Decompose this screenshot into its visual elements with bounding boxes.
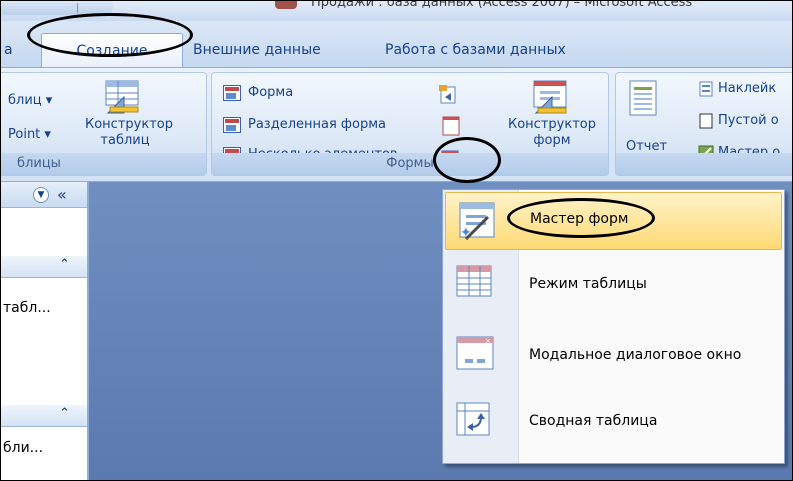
form-designer-label-2: форм	[533, 133, 571, 148]
group-reports: Отчет Наклейк Пустой о Мастер о	[615, 72, 792, 176]
table-designer-button[interactable]: Конструктор таблиц	[85, 117, 173, 149]
highlight-ellipse-more-forms	[433, 137, 501, 183]
svg-text:×: ×	[485, 337, 491, 345]
group-reports-label	[616, 153, 792, 175]
group-forms-label: Формы	[212, 153, 608, 175]
report-icon	[629, 80, 657, 116]
form-designer-icon	[533, 80, 567, 114]
pivot-chart-icon[interactable]	[437, 83, 459, 105]
datasheet-icon	[456, 265, 492, 297]
form-button[interactable]: Форма	[248, 85, 293, 100]
collapse-chevron-icon[interactable]: ⌃	[59, 257, 70, 272]
nav-collapse-icon[interactable]: «	[57, 185, 67, 204]
nav-dropdown-icon[interactable]: ▼	[33, 187, 49, 203]
modal-dialog-icon: ×	[456, 336, 494, 370]
table-designer-label-2: таблиц	[100, 133, 150, 148]
form-designer-label-1: Конструктор	[508, 117, 596, 132]
menu-item-modal-dialog[interactable]: × Модальное диалоговое окно	[445, 331, 782, 389]
tab-database-tools[interactable]: Работа с базами данных	[385, 37, 566, 63]
sharepoint-button[interactable]: Point ▾	[8, 127, 51, 142]
menu-item-modal-dialog-label: Модальное диалоговое окно	[529, 347, 742, 363]
access-window: Продажи : база данных (Access 2007) – Mi…	[0, 0, 793, 481]
group-tables: блиц ▾ Point ▾ Конструктор таблиц блицы	[1, 72, 207, 176]
tab-external-data[interactable]: Внешние данные	[193, 37, 321, 63]
nav-group-header-1[interactable]: ⌃	[1, 256, 87, 278]
tab-home-partial[interactable]: а	[4, 37, 13, 63]
sharepoint-lists-button[interactable]: блиц ▾	[8, 93, 52, 108]
form-designer-button[interactable]: Конструктор форм	[504, 117, 600, 149]
highlight-ellipse-form-wizard	[507, 198, 655, 238]
navigation-pane: ▼ « ⌃ табл... ⌃ бли...	[1, 182, 89, 480]
nav-group-header-2[interactable]: ⌃	[1, 405, 87, 427]
nav-item-table-2[interactable]: бли...	[3, 440, 43, 456]
group-forms: Форма Разделенная форма Несколько элемен…	[211, 72, 609, 176]
table-designer-icon	[105, 80, 139, 114]
menu-item-datasheet[interactable]: Режим таблицы	[445, 262, 782, 320]
labels-button[interactable]: Наклейк	[718, 81, 776, 96]
collapse-chevron-icon[interactable]: ⌃	[59, 406, 70, 421]
menu-item-pivot-table[interactable]: Сводная таблица	[445, 397, 782, 455]
menu-item-pivot-table-label: Сводная таблица	[529, 413, 658, 429]
report-button[interactable]: Отчет	[626, 139, 667, 154]
blank-report-icon	[699, 113, 713, 129]
group-tables-label: блицы	[1, 153, 206, 175]
window-title: Продажи : база данных (Access 2007) – Mi…	[311, 0, 693, 10]
blank-form-icon[interactable]	[440, 115, 462, 137]
form-wizard-icon: ✦	[459, 202, 495, 241]
pivot-table-icon	[456, 402, 490, 436]
split-form-button[interactable]: Разделенная форма	[248, 117, 386, 132]
svg-text:✦: ✦	[460, 225, 472, 241]
app-icon	[275, 1, 297, 9]
nav-item-table-1[interactable]: табл...	[3, 300, 51, 316]
highlight-ellipse-create-tab	[27, 13, 193, 57]
nav-pane-header: ▼ «	[1, 182, 87, 208]
menu-item-datasheet-label: Режим таблицы	[529, 276, 647, 292]
form-icon	[223, 85, 241, 101]
ribbon: блиц ▾ Point ▾ Конструктор таблиц блицы …	[1, 67, 792, 182]
table-designer-label-1: Конструктор	[85, 117, 173, 132]
labels-icon	[699, 81, 713, 97]
blank-report-button[interactable]: Пустой о	[718, 113, 779, 128]
split-form-icon	[223, 117, 241, 133]
